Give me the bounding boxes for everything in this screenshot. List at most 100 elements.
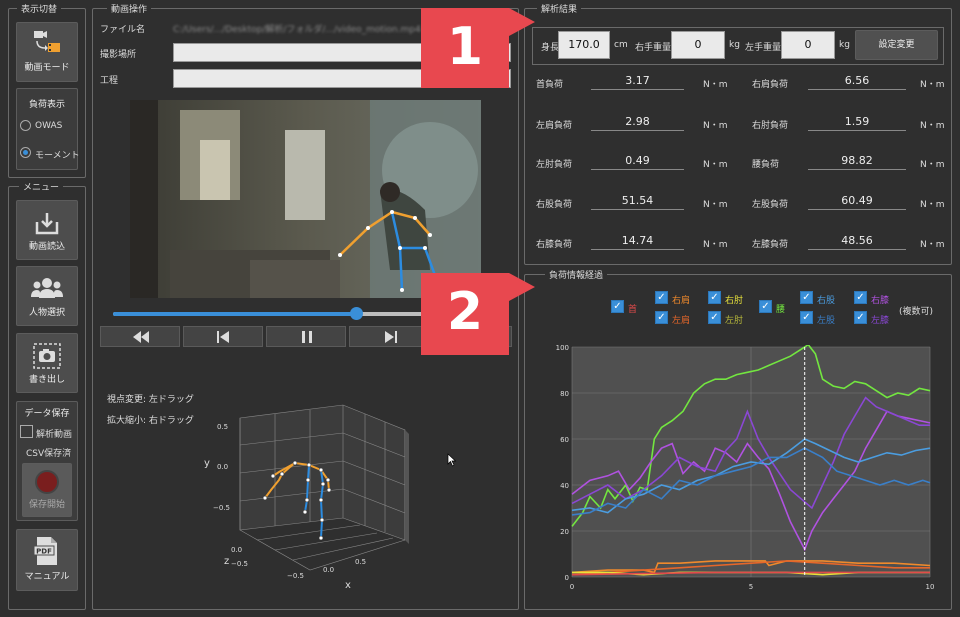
series-checkbox-label: 右股 xyxy=(817,296,836,306)
result-row-left-unit: N・m xyxy=(703,80,728,90)
menu-title: メニュー xyxy=(19,180,64,193)
pause-icon xyxy=(302,331,312,343)
csv-saved-label: CSV保存済 xyxy=(26,449,72,459)
record-icon xyxy=(35,470,59,494)
next-frame-button[interactable] xyxy=(349,326,429,347)
series-checkbox-1[interactable]: ✓ xyxy=(655,291,668,304)
callout-badge-2-number: 2 xyxy=(446,282,484,342)
load-progress-title: 負荷情報経過 xyxy=(545,268,608,281)
pause-button[interactable] xyxy=(266,326,346,347)
left-weight-unit: kg xyxy=(839,40,850,50)
file-name-label: ファイル名 xyxy=(100,25,146,35)
height-label: 身長 xyxy=(541,43,560,53)
series-checkbox-4[interactable]: ✓ xyxy=(708,311,721,324)
video-frame xyxy=(130,100,481,298)
rewind-icon xyxy=(133,331,149,343)
video-mode-label: 動画モード xyxy=(24,63,70,73)
seek-fill xyxy=(113,312,357,316)
y-tick-label: 40 xyxy=(560,482,569,490)
analysis-video-label: 解析動画 xyxy=(36,430,73,440)
x-tick-label: 0 xyxy=(570,583,574,591)
download-icon xyxy=(35,213,59,235)
series-checkbox-label: 首 xyxy=(628,305,638,315)
moment-radio[interactable] xyxy=(20,147,31,158)
result-row-left-value: 14.74 xyxy=(591,232,684,250)
x-axis-label: x xyxy=(345,580,351,591)
result-row-left-label: 左肩負荷 xyxy=(536,121,573,131)
callout-arrow-1 xyxy=(509,8,535,36)
result-row-right-value: 60.49 xyxy=(808,192,906,210)
y-tick-1: 0.5 xyxy=(217,423,228,431)
skeleton-3d-plot[interactable]: y 0.5 0.0 −0.5 z 0.0 −0.5 −0.5 0.0 0.5 x xyxy=(195,400,425,592)
left-weight-input[interactable]: 0 xyxy=(781,31,835,59)
seek-handle[interactable] xyxy=(350,307,364,320)
series-checkbox-label: 右膝 xyxy=(871,296,890,306)
y-axis-label: y xyxy=(204,458,210,469)
result-row-right-unit: N・m xyxy=(920,80,945,90)
x-tick-label: 10 xyxy=(926,583,935,591)
shoot-place-label: 撮影場所 xyxy=(100,50,137,60)
export-label: 書き出し xyxy=(28,375,65,385)
person-select-label: 人物選択 xyxy=(28,308,65,318)
series-checkbox-3[interactable]: ✓ xyxy=(708,291,721,304)
series-checkbox-0[interactable]: ✓ xyxy=(611,300,624,313)
series-checkbox-2[interactable]: ✓ xyxy=(655,311,668,324)
series-checkbox-7[interactable]: ✓ xyxy=(800,311,813,324)
pdf-icon: PDF xyxy=(33,537,57,565)
series-checkbox-label: 右肘 xyxy=(725,296,744,306)
x-tick-1: −0.5 xyxy=(287,572,304,580)
x-tick-label: 5 xyxy=(749,583,753,591)
video-operation-title: 動画操作 xyxy=(107,2,152,15)
display-toggle-title: 表示切替 xyxy=(17,2,62,15)
rewind-button[interactable] xyxy=(100,326,180,347)
callout-badge-1-number: 1 xyxy=(446,17,484,77)
load-line-chart: 0 20 40 60 80 100 0 5 10 xyxy=(556,345,935,591)
owas-label: OWAS xyxy=(35,121,63,131)
result-row-left-label: 右股負荷 xyxy=(536,200,573,210)
skip-back-icon xyxy=(217,331,229,343)
owas-radio[interactable] xyxy=(20,120,31,131)
person-select-button[interactable]: 人物選択 xyxy=(16,266,78,326)
result-row-right-label: 腰負荷 xyxy=(752,160,780,170)
video-mode-icon xyxy=(34,31,60,52)
series-checkbox-5[interactable]: ✓ xyxy=(759,300,772,313)
height-input[interactable]: 170.0 xyxy=(558,31,610,59)
result-row-right-value: 48.56 xyxy=(808,232,906,250)
result-row-left-unit: N・m xyxy=(703,160,728,170)
series-checkbox-9[interactable]: ✓ xyxy=(854,311,867,324)
y-tick-label: 80 xyxy=(560,390,569,398)
svg-text:PDF: PDF xyxy=(36,548,52,556)
result-row-right-label: 右肩負荷 xyxy=(752,80,789,90)
result-row-right-unit: N・m xyxy=(920,200,945,210)
prev-frame-button[interactable] xyxy=(183,326,263,347)
skip-forward-icon xyxy=(385,331,397,343)
series-checkbox-8[interactable]: ✓ xyxy=(854,291,867,304)
height-unit: cm xyxy=(614,40,628,50)
series-checkbox-label: 左肩 xyxy=(672,316,691,326)
result-row-left-unit: N・m xyxy=(703,200,728,210)
video-mode-button[interactable]: 動画モード xyxy=(16,22,78,82)
read-video-button[interactable]: 動画読込 xyxy=(16,200,78,260)
export-button[interactable]: 書き出し xyxy=(16,333,78,393)
analysis-result-title: 解析結果 xyxy=(537,2,582,15)
moment-label: モーメント xyxy=(35,151,80,161)
series-checkbox-6[interactable]: ✓ xyxy=(800,291,813,304)
save-start-button[interactable]: 保存開始 xyxy=(22,463,72,517)
data-save-label: データ保存 xyxy=(24,409,70,419)
y-tick-label: 0 xyxy=(565,574,569,582)
x-tick-3: 0.5 xyxy=(355,558,366,566)
result-row-left-unit: N・m xyxy=(703,121,728,131)
callout-badge-1: 1 xyxy=(421,8,509,88)
zoom-hint: 拡大縮小: 右ドラッグ xyxy=(107,416,194,426)
right-weight-input[interactable]: 0 xyxy=(671,31,725,59)
process-label: 工程 xyxy=(100,76,119,86)
settings-change-button[interactable]: 設定変更 xyxy=(855,30,938,60)
z-axis-label: z xyxy=(224,556,229,567)
result-row-right-unit: N・m xyxy=(920,240,945,250)
manual-button[interactable]: PDF マニュアル xyxy=(16,529,78,591)
z-tick-2: −0.5 xyxy=(231,560,248,568)
result-row-left-value: 2.98 xyxy=(591,113,684,131)
result-row-left-value: 0.49 xyxy=(591,152,684,170)
analysis-video-checkbox[interactable] xyxy=(20,425,33,438)
result-row-right-label: 右肘負荷 xyxy=(752,121,789,131)
